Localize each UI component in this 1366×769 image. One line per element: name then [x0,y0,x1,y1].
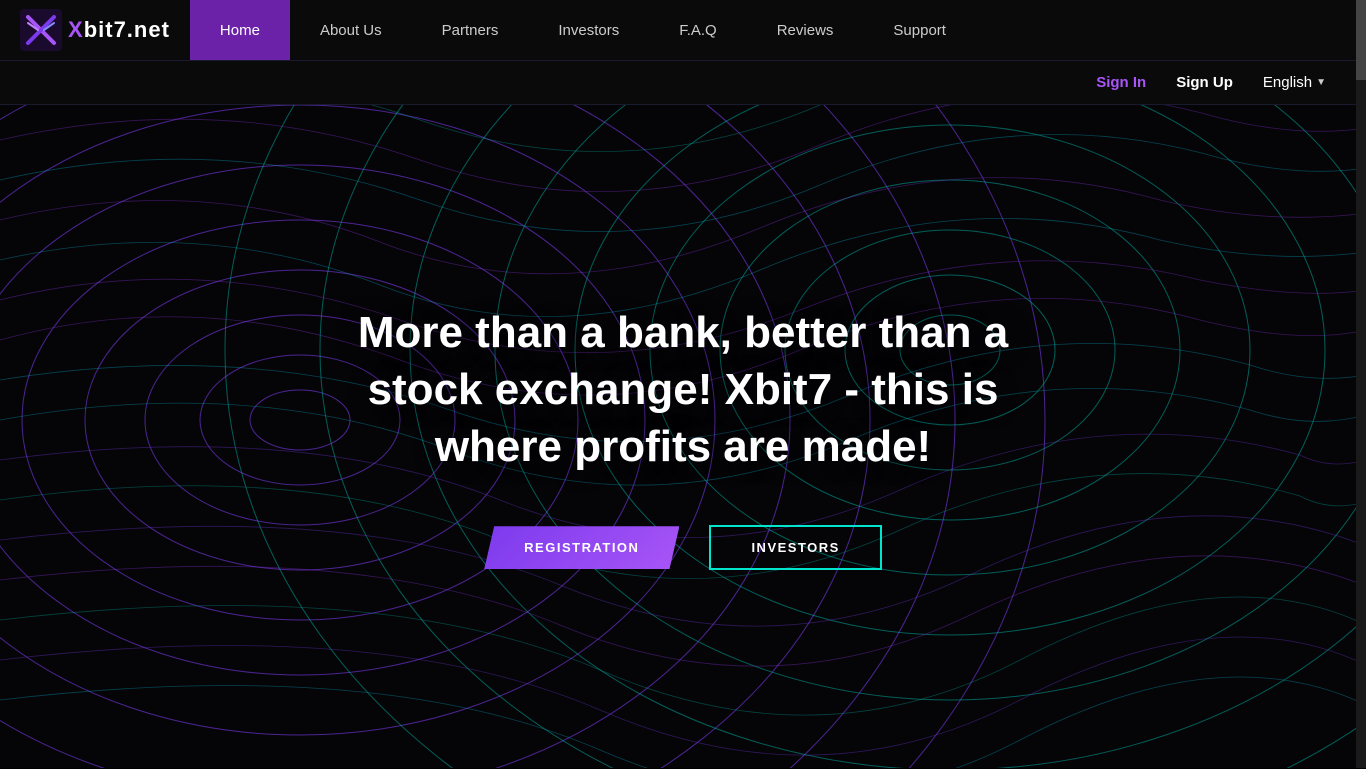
nav-top: Xbit7.net Home About Us Partners Investo… [0,0,1366,60]
nav-link-support[interactable]: Support [863,0,976,60]
nav-link-investors[interactable]: Investors [528,0,649,60]
scrollbar[interactable] [1356,0,1366,768]
nav-link-reviews[interactable]: Reviews [747,0,864,60]
logo[interactable]: Xbit7.net [20,9,170,51]
logo-text: Xbit7.net [68,17,170,43]
nav-bottom: Sign In Sign Up English ▼ [0,60,1366,104]
language-selector[interactable]: English ▼ [1263,74,1326,91]
hero-title: More than a bank, better than a stock ex… [323,304,1043,476]
navbar: Xbit7.net Home About Us Partners Investo… [0,0,1366,105]
logo-icon [20,9,62,51]
hero-buttons: REGISTRATION INVESTORS [484,525,882,570]
registration-button[interactable]: REGISTRATION [484,526,679,569]
sign-up-link[interactable]: Sign Up [1176,74,1233,91]
language-label: English [1263,74,1312,91]
nav-links: Home About Us Partners Investors F.A.Q R… [190,0,1346,60]
logo-prefix: X [68,17,84,42]
sign-in-link[interactable]: Sign In [1096,74,1146,91]
nav-link-home[interactable]: Home [190,0,290,60]
hero-section: More than a bank, better than a stock ex… [0,105,1366,769]
investors-button[interactable]: INVESTORS [709,525,881,570]
logo-name: bit7.net [84,17,170,42]
scrollbar-thumb[interactable] [1356,0,1366,80]
nav-link-partners[interactable]: Partners [412,0,529,60]
nav-link-about[interactable]: About Us [290,0,412,60]
chevron-down-icon: ▼ [1316,77,1326,88]
nav-link-faq[interactable]: F.A.Q [649,0,747,60]
